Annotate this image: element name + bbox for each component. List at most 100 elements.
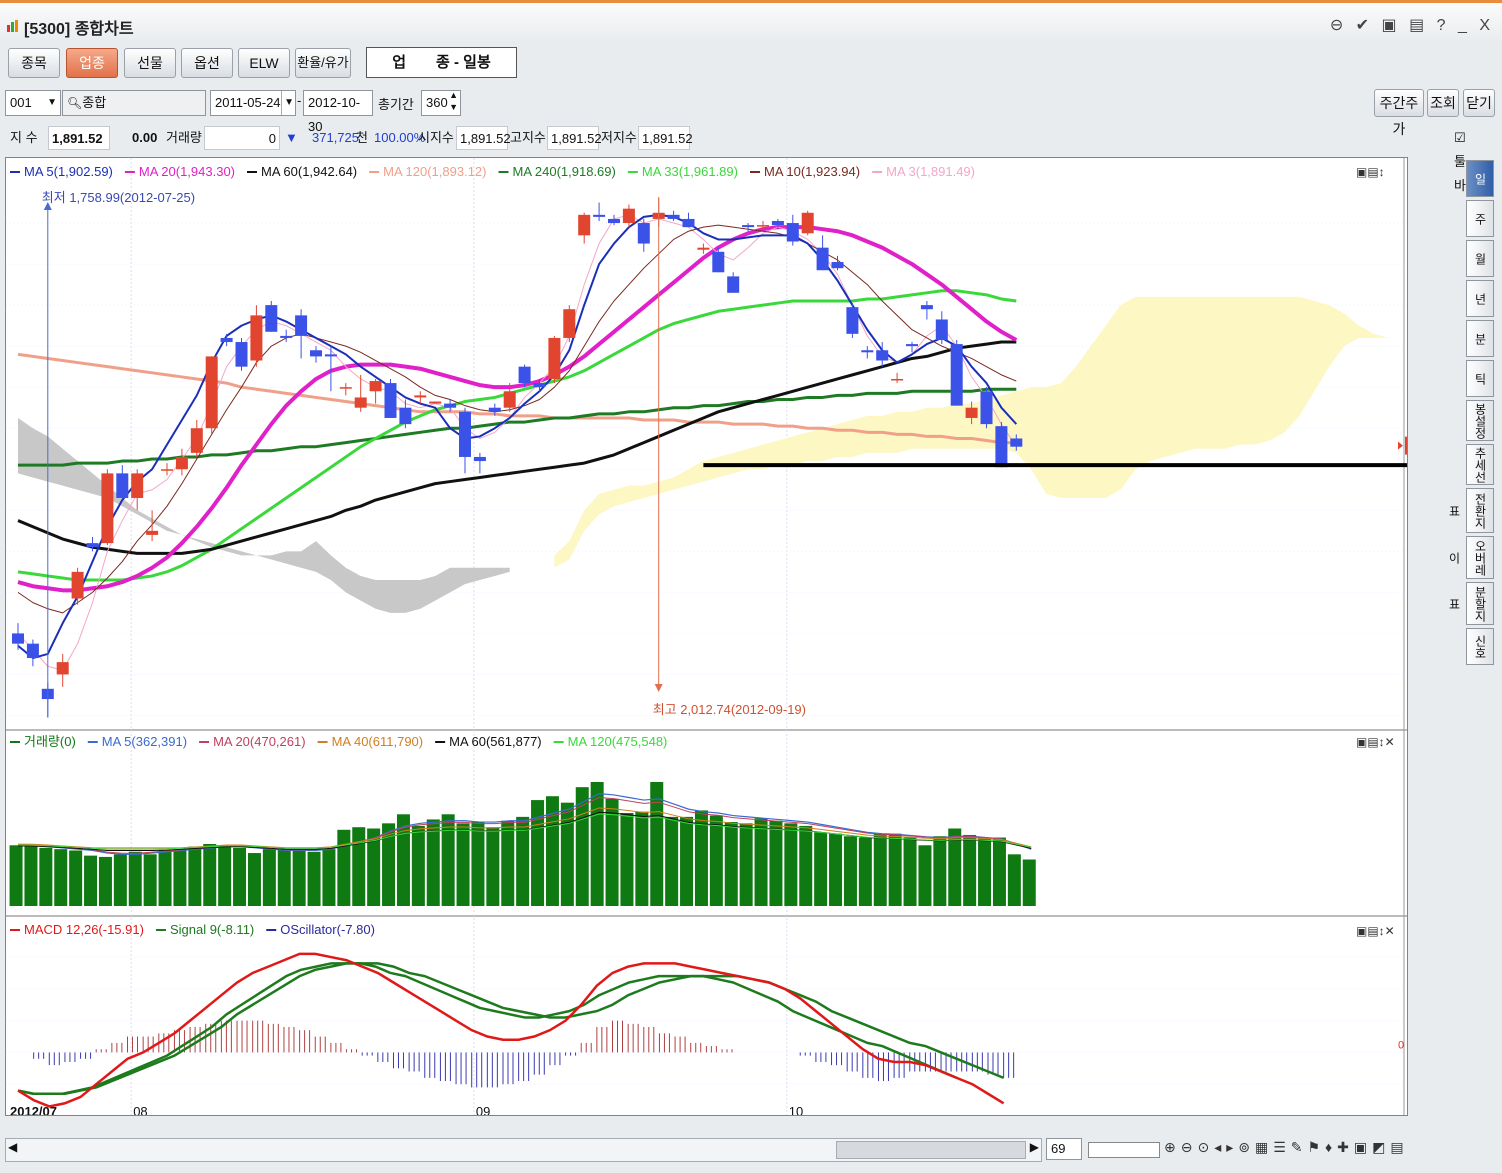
weekly-price-button[interactable]: 주간주가 xyxy=(1374,89,1424,137)
chart-scrollbar[interactable]: ◀ ▶ xyxy=(5,1138,1042,1162)
candle-body xyxy=(444,403,457,408)
price-legend-ma3: MA 3(1,891.49) xyxy=(886,164,975,179)
sidebar-tab-9[interactable]: 오버레이 xyxy=(1447,536,1494,579)
candle-body xyxy=(846,307,859,334)
window-titlebar: [5300] 종합차트 ⊖ ✔ ▣ ▤ ? _ X xyxy=(0,0,1502,44)
volume-bar xyxy=(709,815,723,906)
dropdown-arrow-icon[interactable]: ▼ xyxy=(47,91,57,115)
query-button[interactable]: 조회 xyxy=(1427,89,1459,117)
tab-sector[interactable]: 업종 xyxy=(66,48,118,78)
candle-body xyxy=(637,223,650,244)
sector-daily-label: 업 종 - 일봉 xyxy=(366,47,517,78)
sidebar-tab-5[interactable]: 틱 xyxy=(1466,360,1494,397)
visible-count-field[interactable]: 69 xyxy=(1046,1138,1082,1160)
window-controls[interactable]: ⊖ ✔ ▣ ▤ ? _ X xyxy=(1330,15,1494,35)
amount-value: 371,725 xyxy=(312,130,359,145)
volume-bar xyxy=(24,845,38,906)
volume-bar xyxy=(963,834,977,906)
sidebar-tab-4[interactable]: 분 xyxy=(1466,320,1494,357)
candle-body xyxy=(801,212,814,234)
date-dropdown-icon[interactable]: ▼ xyxy=(281,91,294,115)
chart-tools-icons[interactable]: ⊕⊖⊙◂▸⊚▦☰✎⚑♦✚▣◩▤ xyxy=(1164,1139,1409,1156)
bottom-toolbar: 69 ⊕⊖⊙◂▸⊚▦☰✎⚑♦✚▣◩▤ xyxy=(1046,1138,1466,1162)
candle-body xyxy=(980,391,993,425)
volume-bar xyxy=(888,833,902,906)
volume-bar xyxy=(680,816,694,906)
zoom-slider[interactable] xyxy=(1088,1142,1160,1158)
volume-bar xyxy=(411,825,425,906)
panel-controls-volume: ▣▤↕✕ xyxy=(1356,735,1395,749)
price-legend-ma20: MA 20(1,943.30) xyxy=(139,164,235,179)
candle-body xyxy=(101,473,114,544)
price-legend-ma120: MA 120(1,893.12) xyxy=(383,164,486,179)
code-combo[interactable]: 001 ▼ xyxy=(5,90,61,116)
volume-bar xyxy=(188,846,202,906)
volume-bar xyxy=(635,811,649,906)
tab-fx-oil[interactable]: 환율/유가 xyxy=(295,48,351,78)
candle-body xyxy=(310,350,322,357)
period-sidebar: 일 주 월 년 분 틱봉설정추세선전환지표 오버레이 분할지표 신호 xyxy=(1447,160,1498,750)
volume-bar xyxy=(113,854,127,906)
start-date: 2011-05-24 xyxy=(215,95,281,110)
sidebar-tab-1[interactable]: 주 xyxy=(1466,200,1494,237)
low-value: 1,891.52 xyxy=(638,126,693,150)
sidebar-tab-8[interactable]: 전환지표 xyxy=(1447,488,1494,533)
quote-info-row: 지 수 1,891.52 0.00 거래량 0 ▼ 371,725 천 100.… xyxy=(6,124,1466,193)
volume-bar xyxy=(471,822,485,906)
candle-body xyxy=(816,247,829,271)
period-value: 360 xyxy=(426,95,448,110)
sidebar-tab-11[interactable]: 신호 xyxy=(1466,628,1494,665)
search-icon[interactable]: 🔍︎ xyxy=(67,96,82,110)
tab-options[interactable]: 옵션 xyxy=(181,48,233,78)
volume-bar xyxy=(992,837,1006,906)
candle-body xyxy=(995,426,1008,468)
spinner-arrows-icon[interactable]: ▲ ▼ xyxy=(449,89,458,113)
close-button[interactable]: 닫기 xyxy=(1463,89,1495,117)
sidebar-tab-6[interactable]: 봉설정 xyxy=(1466,400,1494,441)
scroll-thumb[interactable] xyxy=(836,1141,1026,1159)
chart-canvas[interactable]: 2,000.001,980.001,960.001,940.001,920.00… xyxy=(6,158,1502,1119)
sidebar-tab-10[interactable]: 분할지표 xyxy=(1447,582,1494,625)
scroll-right-icon[interactable]: ▶ xyxy=(1030,1140,1039,1154)
tab-futures[interactable]: 선물 xyxy=(124,48,176,78)
panel-controls-macd: ▣▤↕✕ xyxy=(1356,924,1395,938)
candle-body xyxy=(414,395,427,398)
sidebar-tab-7[interactable]: 추세선 xyxy=(1466,444,1494,485)
volume-bar xyxy=(158,850,172,906)
sidebar-tab-0[interactable]: 일 xyxy=(1466,160,1494,197)
volume-bar xyxy=(1022,859,1036,906)
volume-bar xyxy=(754,818,768,906)
candle-body xyxy=(906,344,918,347)
end-date-field[interactable]: 2012-10-30 xyxy=(303,90,373,134)
macd-legend-signal: Signal 9(-8.11) xyxy=(170,922,254,937)
period-spinner[interactable]: 360 ▲ ▼ xyxy=(421,90,461,116)
tab-stock[interactable]: 종목 xyxy=(8,48,60,78)
sidebar-tab-3[interactable]: 년 xyxy=(1466,280,1494,317)
candle-body xyxy=(295,315,308,336)
toolbar-checkbox[interactable]: ☑ 툴바 xyxy=(1454,126,1466,193)
macd-zero-marker: 0 xyxy=(1398,1039,1404,1051)
low-annotation-text: 최저 1,758.99(2012-07-25) xyxy=(42,190,195,205)
high-label: 고지수 xyxy=(510,130,546,145)
start-date-field[interactable]: 2011-05-24 ▼ xyxy=(210,90,296,116)
change-value: 0.00 xyxy=(132,130,158,145)
sidebar-tab-2[interactable]: 월 xyxy=(1466,240,1494,277)
candle-body xyxy=(891,378,904,381)
tab-elw[interactable]: ELW xyxy=(238,48,290,78)
chart-area[interactable]: 2,000.001,980.001,960.001,940.001,920.00… xyxy=(5,157,1502,1119)
scroll-left-icon[interactable]: ◀ xyxy=(8,1140,17,1154)
candle-body xyxy=(578,214,591,236)
candle-body xyxy=(339,387,352,389)
volume-bar xyxy=(1007,854,1021,906)
volume-bar xyxy=(858,837,872,906)
volume-bar xyxy=(39,847,53,906)
volume-bar xyxy=(128,851,142,906)
x-axis-label: 09 xyxy=(476,1104,490,1115)
code-name-field[interactable]: 🔍︎종합 xyxy=(62,90,206,116)
volume-bar xyxy=(918,845,932,906)
amount-unit: 천 xyxy=(356,130,368,145)
candle-body xyxy=(205,356,218,429)
panel-controls-price: ▣▤↕ xyxy=(1356,165,1385,179)
volume-bar xyxy=(292,850,306,906)
volume-legend-0: 거래량(0) xyxy=(24,734,76,749)
